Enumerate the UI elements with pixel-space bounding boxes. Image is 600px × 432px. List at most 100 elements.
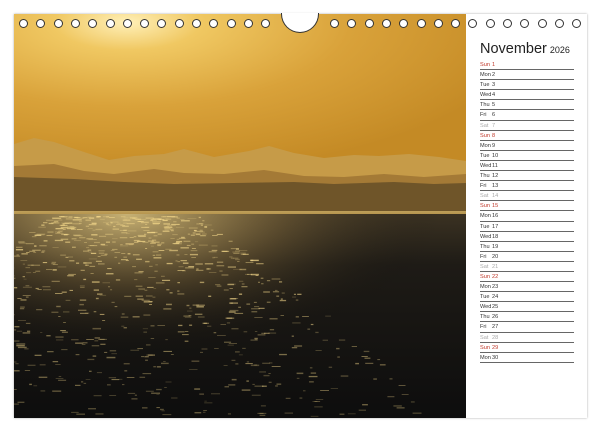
day-number: 23 <box>492 284 499 291</box>
ring-hole-icon <box>140 19 150 28</box>
weekday: Wed <box>480 92 492 99</box>
ring-hole-icon <box>209 19 219 28</box>
weekday: Fri <box>480 112 487 119</box>
day-row: Sun 29 <box>480 343 574 353</box>
weekday: Tue <box>480 82 490 89</box>
day-number: 5 <box>492 102 496 109</box>
day-row: Wed4 <box>480 90 574 101</box>
day-number: 15 <box>492 203 499 210</box>
month-name: November <box>480 41 547 57</box>
weekday: Sun <box>480 273 490 280</box>
day-row: Tue 24 <box>480 292 574 303</box>
weekday: Mon <box>480 72 491 79</box>
day-row: Wed11 <box>480 161 574 172</box>
day-number: 8 <box>492 132 496 139</box>
day-row: Thu 5 <box>480 100 574 111</box>
day-row: Sun 22 <box>480 272 574 283</box>
day-number: 3 <box>492 82 496 89</box>
day-number: 11 <box>492 162 498 169</box>
day-row: Wed18 <box>480 232 574 242</box>
ring-hole-icon <box>19 19 28 28</box>
day-row: Fri 6 <box>480 110 574 121</box>
day-row: Mon30 <box>480 353 574 363</box>
weekday: Fri <box>480 253 487 260</box>
ring-hole-icon <box>226 19 236 28</box>
day-number: 24 <box>492 294 499 301</box>
day-number: 14 <box>492 193 499 200</box>
ring-hole-icon <box>88 19 98 28</box>
ring-hole-icon <box>243 19 253 28</box>
ring-hole-icon <box>381 19 391 28</box>
weekday: Tue <box>480 223 490 230</box>
weekday: Wed <box>480 304 492 311</box>
weekday: Thu <box>480 173 490 180</box>
sunset-photo <box>14 14 466 418</box>
calendar-page: November 2026 Sun 1 Mon2 Tue 3 Wed4 Thu 5 Fri 6 Sat… <box>14 13 587 418</box>
weekday: Sat <box>480 334 489 341</box>
weekday: Fri <box>480 183 487 190</box>
ring-hole-icon <box>364 19 374 28</box>
day-row: Mon2 <box>480 70 574 81</box>
day-number: 6 <box>492 112 496 119</box>
day-number: 29 <box>492 344 499 351</box>
weekday: Mon <box>480 213 491 220</box>
year: 2026 <box>549 45 570 55</box>
day-number: 13 <box>492 183 499 190</box>
ring-hole-icon <box>261 19 271 28</box>
day-number: 17 <box>492 223 499 230</box>
ring-hole-icon <box>433 19 443 28</box>
day-row: Wed25 <box>480 302 574 313</box>
day-row: Mon9 <box>480 141 574 151</box>
ring-hole-icon <box>105 19 115 28</box>
day-row: Sat 14 <box>480 191 574 202</box>
day-number: 22 <box>492 273 499 280</box>
weekday: Sat <box>480 122 489 129</box>
ring-hole-icon <box>451 19 461 28</box>
day-number: 25 <box>492 304 499 311</box>
weekday: Sun <box>480 203 490 210</box>
weekday: Sun <box>480 132 490 139</box>
day-number: 16 <box>492 213 499 220</box>
month-heading: November 2026 <box>480 40 570 58</box>
ring-hole-icon <box>192 19 201 28</box>
day-row: Sun 8 <box>480 131 574 141</box>
day-number: 4 <box>492 92 496 99</box>
day-number: 2 <box>492 72 496 79</box>
weekday: Tue <box>480 294 490 301</box>
day-number: 12 <box>492 173 499 180</box>
ring-hole-icon <box>36 19 46 28</box>
day-row: Mon23 <box>480 282 574 293</box>
weekday: Thu <box>480 102 490 109</box>
weekday: Thu <box>480 243 490 250</box>
day-row: Sun 15 <box>480 201 574 212</box>
day-row: Sun 1 <box>480 60 574 71</box>
ring-hole-icon <box>347 19 357 28</box>
weekday: Sat <box>480 263 489 270</box>
day-number: 18 <box>492 233 499 240</box>
ring-hole-icon <box>70 19 80 28</box>
day-row: Tue 3 <box>480 80 574 91</box>
weekday: Wed <box>480 162 492 169</box>
day-number: 20 <box>492 253 499 260</box>
ring-hole-icon <box>416 19 426 28</box>
weekday: Sun <box>480 62 490 68</box>
day-number: 26 <box>492 314 499 321</box>
weekday: Wed <box>480 233 492 240</box>
day-number: 19 <box>492 243 499 250</box>
day-row: Sat 7 <box>480 121 574 131</box>
day-row: Thu 26 <box>480 312 574 323</box>
day-row: Tue 17 <box>480 222 574 232</box>
sunset-landscape-image <box>14 14 466 418</box>
day-number: 10 <box>492 152 499 159</box>
weekday: Thu <box>480 314 490 321</box>
weekday: Tue <box>480 152 490 159</box>
day-number: 21 <box>492 263 499 270</box>
day-row: Fri 20 <box>480 252 574 262</box>
ring-hole-icon <box>122 19 132 28</box>
day-number: 30 <box>492 354 499 361</box>
weekday: Mon <box>480 284 491 291</box>
day-row: Mon16 <box>480 211 574 222</box>
weekday: Sun <box>480 344 490 351</box>
calendar-sidebar: November 2026 Sun 1 Mon2 Tue 3 Wed4 Thu 5 Fri 6 Sat… <box>466 14 587 418</box>
day-number: 27 <box>492 324 499 331</box>
